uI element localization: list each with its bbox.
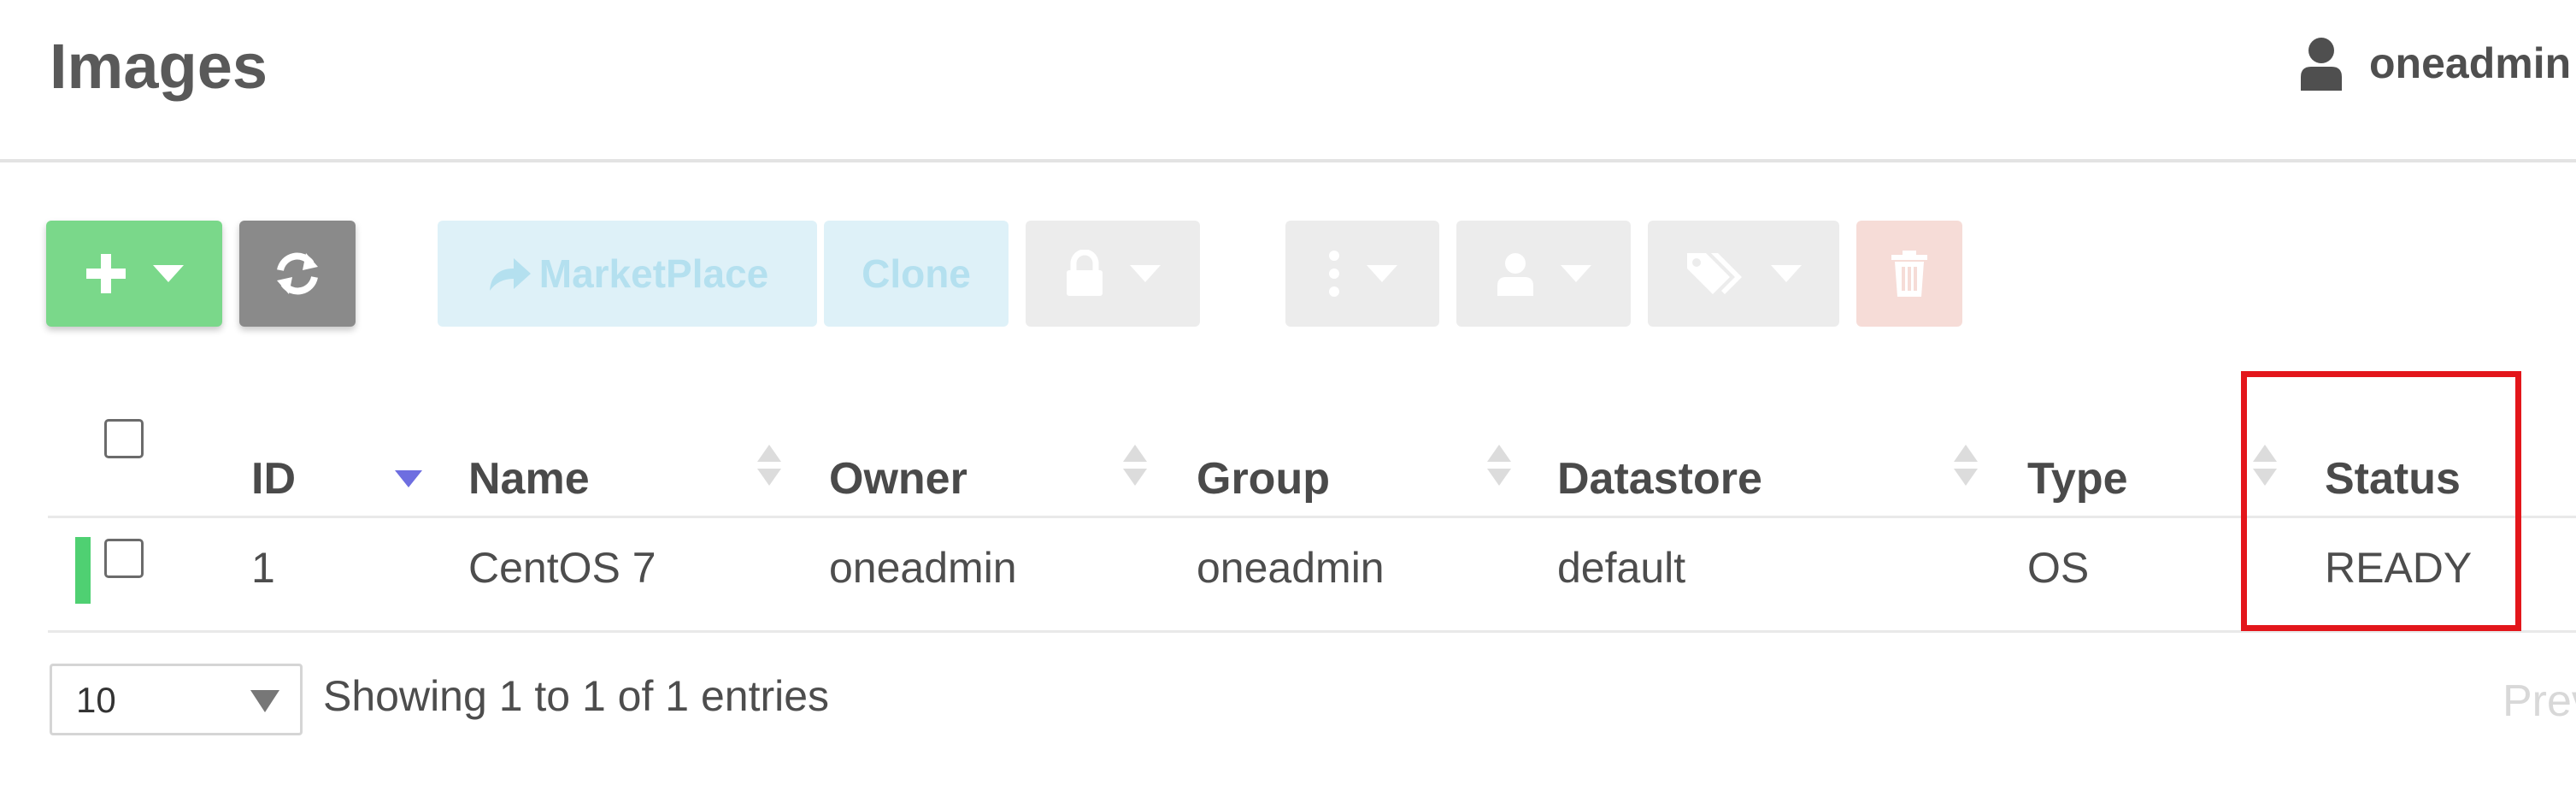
column-header-id[interactable]: ID (251, 453, 296, 505)
column-header-name[interactable]: Name (468, 453, 590, 505)
cell-datastore: default (1557, 544, 1686, 592)
chevron-down-icon (1130, 265, 1161, 282)
clone-button[interactable]: Clone (824, 221, 1009, 327)
user-menu[interactable]: oneadmin (2299, 31, 2571, 96)
sort-icon[interactable] (1484, 438, 1514, 494)
plus-icon (86, 254, 126, 293)
row-select-checkbox[interactable] (104, 539, 144, 578)
cell-owner: oneadmin (829, 544, 1017, 592)
page-header: Images oneadmin (0, 0, 2576, 162)
cell-name: CentOS 7 (468, 544, 656, 592)
refresh-button[interactable] (239, 221, 356, 327)
chevron-down-icon (1367, 265, 1397, 282)
sort-icon[interactable] (754, 438, 785, 494)
sort-icon[interactable] (1950, 438, 1981, 494)
vertical-ellipsis-icon (1329, 251, 1339, 297)
chevron-down-icon (1561, 265, 1591, 282)
column-header-type[interactable]: Type (2027, 453, 2128, 505)
marketplace-button[interactable]: MarketPlace (438, 221, 817, 327)
trash-icon (1891, 251, 1927, 297)
cell-type: OS (2027, 544, 2090, 592)
column-header-group[interactable]: Group (1197, 453, 1330, 505)
user-icon (2301, 38, 2342, 91)
user-name: oneadmin (2369, 39, 2572, 87)
chevron-down-icon (153, 265, 184, 282)
share-icon (489, 258, 531, 291)
tags-icon (1687, 253, 1742, 294)
change-owner-button[interactable] (1456, 221, 1631, 327)
page-length-select[interactable]: 10 (50, 664, 303, 735)
clone-label: Clone (862, 251, 971, 296)
page-length-value: 10 (76, 680, 116, 720)
cell-group: oneadmin (1197, 544, 1385, 592)
marketplace-label: MarketPlace (538, 251, 769, 296)
more-actions-button[interactable] (1285, 221, 1439, 327)
status-column-highlight (2241, 371, 2521, 631)
images-page: Images oneadmin MarketPlace Clone ID Nam… (0, 0, 2576, 785)
select-all-checkbox[interactable] (104, 419, 144, 458)
sort-icon[interactable] (1120, 438, 1150, 494)
cell-id: 1 (251, 544, 275, 592)
page-title: Images (50, 31, 268, 102)
pagination-prev[interactable]: Prev (2502, 676, 2576, 727)
column-header-datastore[interactable]: Datastore (1557, 453, 1762, 505)
refresh-icon (277, 252, 318, 295)
lock-button[interactable] (1026, 221, 1200, 327)
lock-icon (1067, 250, 1103, 296)
chevron-down-icon (1771, 265, 1802, 282)
create-button[interactable] (46, 221, 222, 327)
user-icon (1497, 253, 1533, 296)
column-header-owner[interactable]: Owner (829, 453, 967, 505)
row-state-indicator (75, 537, 91, 604)
sort-desc-icon[interactable] (393, 438, 424, 494)
delete-button[interactable] (1856, 221, 1962, 327)
labels-button[interactable] (1648, 221, 1839, 327)
chevron-down-icon (250, 690, 279, 712)
entries-info: Showing 1 to 1 of 1 entries (323, 672, 830, 720)
